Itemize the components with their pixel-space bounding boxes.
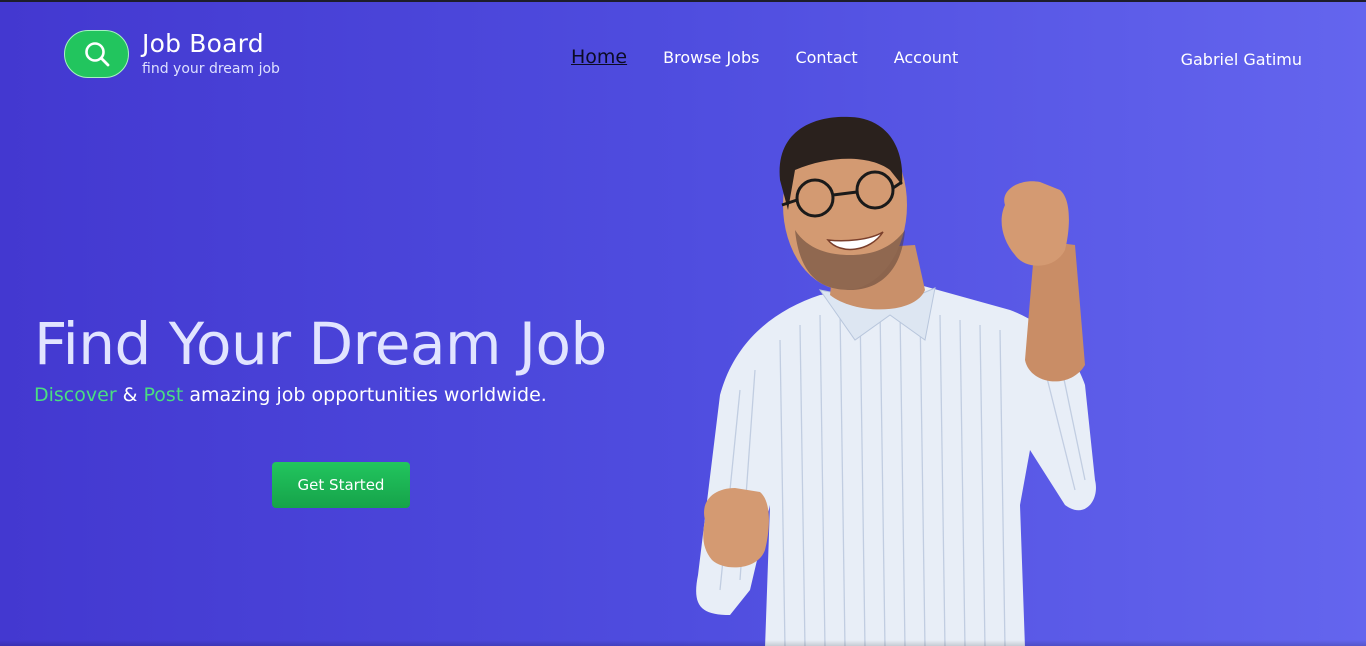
get-started-button[interactable]: Get Started [272, 462, 410, 508]
main-nav: Home Browse Jobs Contact Account [571, 46, 959, 68]
raised-fist [1001, 181, 1069, 266]
brand-text: Job Board find your dream job [142, 29, 280, 78]
hero-image [696, 116, 1096, 646]
nav-account[interactable]: Account [894, 48, 959, 68]
hero-title: Find Your Dream Job [34, 310, 607, 378]
nav-browse-jobs[interactable]: Browse Jobs [663, 48, 759, 68]
subtitle-ampersand: & [116, 384, 144, 406]
subtitle-post: Post [143, 384, 184, 406]
subtitle-discover: Discover [34, 384, 117, 406]
bottom-shadow [0, 640, 1366, 646]
user-name[interactable]: Gabriel Gatimu [1181, 50, 1302, 69]
hero-subtitle: Discover & Post amazing job opportunitie… [34, 382, 547, 408]
brand[interactable]: Job Board find your dream job [64, 29, 280, 78]
lower-fist [703, 488, 769, 568]
landing-page: Job Board find your dream job Home Brows… [0, 0, 1366, 646]
subtitle-rest: amazing job opportunities worldwide. [183, 384, 547, 406]
search-icon [84, 41, 109, 66]
nav-contact[interactable]: Contact [795, 48, 857, 68]
brand-logo[interactable] [64, 29, 129, 78]
nav-home[interactable]: Home [571, 46, 627, 68]
brand-title: Job Board [142, 29, 264, 58]
brand-tagline: find your dream job [142, 61, 280, 77]
